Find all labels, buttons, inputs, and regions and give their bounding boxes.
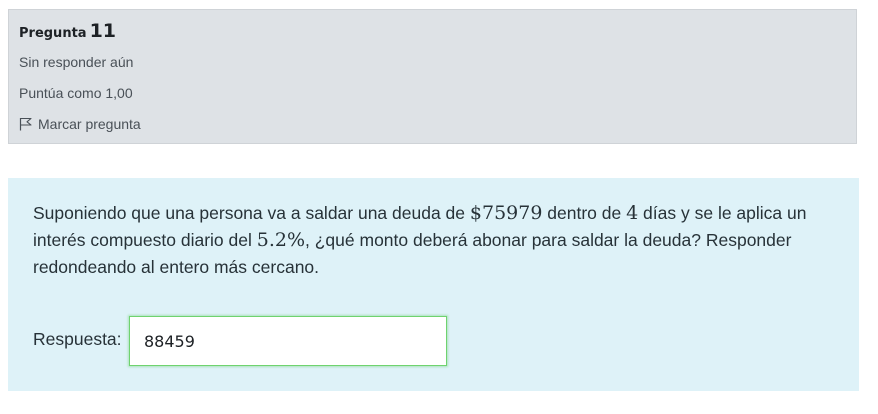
flag-question-label: Marcar pregunta — [38, 116, 141, 132]
question-formulation-panel: Suponiendo que una persona va a saldar u… — [8, 178, 859, 391]
question-info-panel: Pregunta 11 Sin responder aún Puntúa como… — [8, 9, 857, 144]
question-label: Pregunta — [19, 26, 87, 41]
days-value: 4 — [626, 202, 639, 224]
question-state: Sin responder aún — [19, 54, 134, 70]
interest-rate: 5.2% — [256, 229, 306, 251]
question-heading: Pregunta 11 — [19, 20, 116, 42]
question-grade: Puntúa como 1,00 — [19, 85, 133, 101]
debt-amount: $75979 — [469, 202, 543, 224]
question-number: 11 — [89, 20, 117, 42]
flag-outline-icon — [19, 117, 32, 131]
question-text-part-1: Suponiendo que una persona va a saldar u… — [33, 203, 470, 223]
question-text-part-2: dentro de — [542, 203, 627, 223]
flag-question-link[interactable]: Marcar pregunta — [19, 116, 141, 132]
question-text: Suponiendo que una persona va a saldar u… — [33, 200, 833, 281]
answer-label: Respuesta: — [33, 329, 122, 349]
answer-input[interactable] — [129, 316, 447, 366]
